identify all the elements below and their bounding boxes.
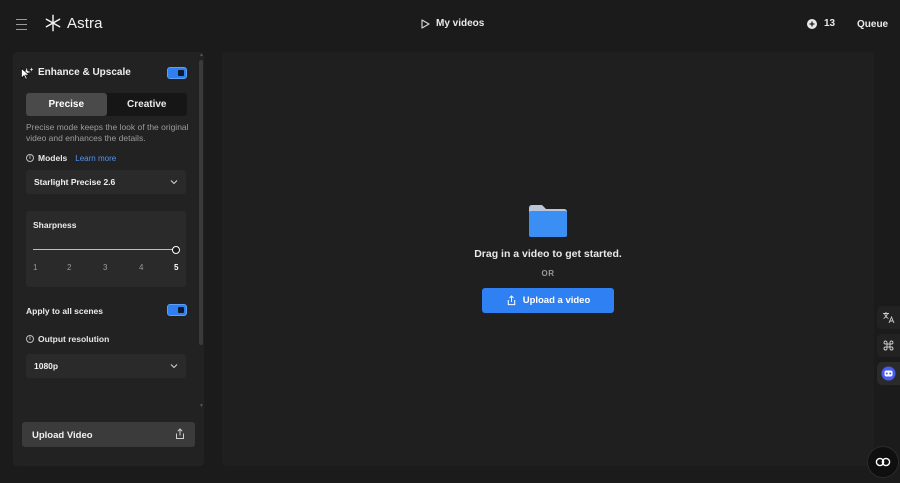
assistant-button[interactable] — [877, 362, 900, 385]
cursor-icon — [21, 68, 30, 80]
play-icon — [421, 18, 430, 29]
upload-a-video-button[interactable]: Upload a video — [482, 288, 614, 313]
credits-count: 13 — [824, 18, 836, 29]
upload-video-label: Upload Video — [32, 430, 93, 441]
apply-all-label: Apply to all scenes — [26, 306, 103, 316]
models-label: Models — [38, 153, 68, 163]
apply-all-toggle[interactable] — [167, 304, 187, 316]
learn-more-link[interactable]: Learn more — [75, 154, 116, 163]
scroll-up-arrow[interactable]: ▲ — [199, 53, 204, 58]
output-resolution-label: Output resolution — [38, 334, 110, 344]
share-upload-icon — [176, 428, 184, 439]
upload-video-button[interactable]: Upload Video — [22, 422, 195, 447]
models-row: i Models Learn more — [26, 153, 116, 163]
model-value: Starlight Precise 2.6 — [34, 177, 116, 187]
my-videos-label: My videos — [436, 18, 485, 29]
model-select[interactable]: Starlight Precise 2.6 — [26, 170, 186, 194]
mode-selector: Precise Creative — [26, 93, 187, 116]
enhance-toggle[interactable] — [167, 67, 187, 79]
credits-counter[interactable]: 13 — [807, 18, 835, 29]
info-icon: i — [26, 154, 34, 162]
command-button[interactable] — [877, 334, 900, 357]
mode-description: Precise mode keeps the look of the origi… — [26, 122, 189, 143]
plus-circle-icon — [807, 18, 817, 29]
upload-a-video-label: Upload a video — [522, 295, 591, 306]
brand-name: Astra — [67, 14, 103, 32]
mode-precise[interactable]: Precise — [26, 93, 107, 116]
resolution-select[interactable]: 1080p — [26, 354, 186, 378]
captions-button[interactable] — [867, 446, 899, 478]
resolution-value: 1080p — [34, 361, 59, 371]
share-upload-icon — [507, 295, 515, 306]
or-separator: OR — [541, 269, 555, 278]
top-bar: Astra My videos 13 Queue — [0, 0, 900, 50]
menu-icon[interactable] — [16, 19, 27, 30]
cc-icon — [875, 457, 891, 467]
folder-icon — [529, 205, 567, 237]
my-videos-link[interactable]: My videos — [421, 18, 484, 29]
command-icon — [883, 340, 894, 351]
astra-logo-icon — [45, 14, 61, 32]
output-resolution-row: i Output resolution — [26, 334, 109, 344]
info-icon: i — [26, 335, 34, 343]
brand[interactable]: Astra — [44, 14, 103, 32]
chevron-down-icon — [170, 364, 178, 369]
translate-button[interactable] — [877, 306, 900, 329]
enhance-title: Enhance & Upscale — [38, 67, 131, 78]
translate-icon — [883, 312, 895, 324]
drag-instruction: Drag in a video to get started. — [474, 248, 622, 260]
chevron-down-icon — [170, 180, 178, 185]
sharpness-label: Sharpness — [33, 220, 77, 230]
queue-link[interactable]: Queue — [857, 19, 888, 30]
bot-icon — [881, 366, 896, 381]
enhance-title-row: Enhance & Upscale — [22, 67, 131, 78]
mode-creative[interactable]: Creative — [107, 93, 188, 116]
scroll-down-arrow[interactable]: ▼ — [199, 404, 204, 409]
panel-scrollbar[interactable] — [199, 60, 203, 345]
